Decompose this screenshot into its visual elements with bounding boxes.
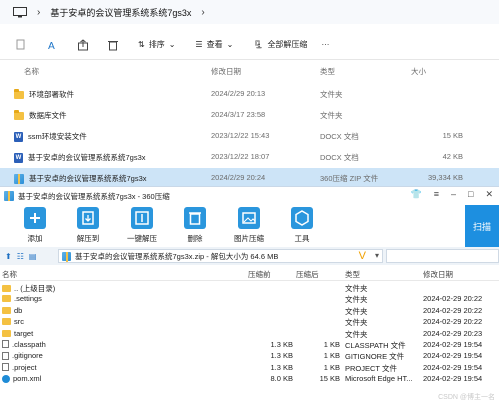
image-compress-button[interactable]: 图片压缩 [224, 207, 274, 244]
zcol-before[interactable]: 压缩前 [248, 269, 271, 280]
folder-icon [2, 306, 11, 314]
svg-text:A: A [48, 41, 55, 51]
scan-panel[interactable]: 扫描 [465, 205, 499, 247]
rename-icon[interactable]: A [46, 38, 60, 52]
extract-to-icon [77, 207, 99, 229]
folder-icon [2, 318, 11, 326]
recycle-icon [184, 207, 206, 229]
minimize-icon[interactable]: – [451, 189, 456, 200]
folder-icon [2, 329, 11, 337]
list-view-icon[interactable]: ☷ [17, 252, 24, 261]
monitor-icon[interactable] [13, 6, 27, 18]
file-icon [2, 363, 9, 372]
detail-view-icon[interactable]: ▤ [29, 252, 37, 261]
list-item[interactable]: 数据库文件 2024/3/17 23:58 文件夹 [0, 105, 499, 126]
table-row[interactable]: .classpath 1.3 KB 1 KB CLASSPATH 文件 2024… [0, 339, 499, 350]
table-row[interactable]: src 文件夹 2024-02-29 20:22 [0, 316, 499, 327]
col-name[interactable]: 名称 [24, 66, 39, 77]
image-icon [238, 207, 260, 229]
zcol-name[interactable]: 名称 [2, 269, 17, 280]
zip-icon [14, 173, 24, 184]
zip-icon [62, 252, 71, 262]
col-size[interactable]: 大小 [411, 66, 426, 77]
col-type[interactable]: 类型 [320, 66, 335, 77]
one-click-extract-button[interactable]: 一键解压 [117, 207, 167, 244]
folder-icon [14, 109, 24, 120]
add-icon [24, 207, 46, 229]
zip-window: 基于安卓的会议管理系统系统7gs3x - 360压缩 👕 ≡ – □ ✕ 添加 … [0, 186, 499, 406]
chevron-down-icon: ⌄ [168, 40, 176, 49]
list-item[interactable]: 环境部署软件 2024/2/29 20:13 文件夹 [0, 84, 499, 105]
explorer-column-header: 名称 修改日期 类型 大小 [0, 66, 499, 80]
copy-icon[interactable] [14, 38, 28, 52]
menu-icon[interactable]: ≡ [434, 189, 439, 200]
breadcrumb[interactable]: 基于安卓的会议管理系统系统7gs3x [50, 6, 191, 19]
chevron-down-icon: ⌄ [226, 40, 234, 49]
explorer-toolbar: A ⇅ 排序 ⌄ ☰ 查看 ⌄ 🗜 全部解压缩 ··· [0, 30, 499, 60]
sort-button[interactable]: ⇅ 排序 ⌄ [138, 39, 175, 50]
file-icon [2, 340, 9, 349]
folder-icon [2, 285, 11, 292]
zcol-date[interactable]: 修改日期 [423, 269, 453, 280]
col-date[interactable]: 修改日期 [211, 66, 241, 77]
edge-icon [2, 374, 10, 383]
extract-to-button[interactable]: 解压到 [63, 207, 113, 244]
chevron-right-icon[interactable]: › [37, 7, 40, 18]
zip-title-bar: 基于安卓的会议管理系统系统7gs3x - 360压缩 👕 ≡ – □ ✕ [0, 187, 499, 205]
explorer-file-list: 环境部署软件 2024/2/29 20:13 文件夹 数据库文件 2024/3/… [0, 84, 499, 189]
file-icon [2, 351, 9, 360]
watermark: CSDN @博主一名 [438, 394, 495, 401]
table-row[interactable]: pom.xml 8.0 KB 15 KB Microsoft Edge HT..… [0, 373, 499, 384]
zip-app-icon [4, 191, 14, 201]
docx-icon: W [14, 152, 23, 163]
delete-button[interactable]: 删除 [170, 207, 220, 244]
list-item[interactable]: Wssm环境安装文件 2023/12/22 15:43 DOCX 文档 15 K… [0, 126, 499, 147]
docx-icon: W [14, 131, 23, 142]
explorer-address-bar: › 基于安卓的会议管理系统系统7gs3x › [0, 0, 499, 24]
zip-column-header: 名称 压缩前 压缩后 类型 修改日期 [0, 269, 499, 281]
view-button[interactable]: ☰ 查看 ⌄ [195, 39, 233, 50]
sort-icon: ⇅ [138, 40, 145, 49]
skin-icon[interactable]: 👕 [411, 189, 422, 200]
cube-icon [291, 207, 313, 229]
list-item[interactable]: W 基于安卓的会议管理系统系统7gs3x 2023/12/22 18:07 DOC… [0, 147, 499, 168]
up-arrow-icon[interactable]: ⬆ [5, 252, 12, 261]
zip-window-title: 基于安卓的会议管理系统系统7gs3x - 360压缩 [18, 191, 170, 201]
zip-search-input[interactable] [386, 249, 499, 263]
zcol-after[interactable]: 压缩后 [296, 269, 319, 280]
extract-all-button[interactable]: 🗜 全部解压缩 [253, 39, 307, 50]
share-icon[interactable] [76, 38, 90, 52]
zcol-type[interactable]: 类型 [345, 269, 360, 280]
zip-path-bar: ⬆ ☷ ▤ 基于安卓的会议管理系统系统7gs3x.zip - 解包大小为 64.… [0, 247, 499, 265]
zip-file-list: .. (上级目录) 文件夹 .settings 文件夹 2024-02-29 2… [0, 282, 499, 385]
more-button[interactable]: ··· [321, 40, 329, 49]
one-click-extract-icon [131, 207, 153, 229]
zip-toolbar: 添加 解压到 一键解压 删除 图片压缩 工具 [0, 205, 499, 245]
extract-icon: 🗜 [253, 40, 264, 49]
close-icon[interactable]: ✕ [485, 189, 493, 200]
table-row[interactable]: .gitignore 1.3 KB 1 KB GITIGNORE 文件 2024… [0, 350, 499, 361]
folder-icon [14, 88, 24, 99]
chevron-down-icon[interactable]: ▾ [375, 251, 379, 260]
view-icon: ☰ [195, 40, 203, 49]
tools-button[interactable]: 工具 [277, 207, 327, 244]
delete-icon[interactable] [106, 38, 120, 52]
table-row[interactable]: .project 1.3 KB 1 KB PROJECT 文件 2024-02-… [0, 362, 499, 373]
folder-icon [2, 295, 11, 303]
table-row[interactable]: target 文件夹 2024-02-29 20:23 [0, 328, 499, 339]
maximize-icon[interactable]: □ [468, 189, 473, 200]
table-row[interactable]: db 文件夹 2024-02-29 20:22 [0, 305, 499, 316]
zip-path-box[interactable]: 基于安卓的会议管理系统系统7gs3x.zip - 解包大小为 64.6 MB V… [58, 249, 383, 263]
add-button[interactable]: 添加 [10, 207, 60, 244]
table-row[interactable]: .. (上级目录) 文件夹 [0, 282, 499, 293]
vip-v-icon[interactable]: V [359, 250, 366, 262]
chevron-right-icon[interactable]: › [201, 7, 204, 18]
table-row[interactable]: .settings 文件夹 2024-02-29 20:22 [0, 293, 499, 304]
